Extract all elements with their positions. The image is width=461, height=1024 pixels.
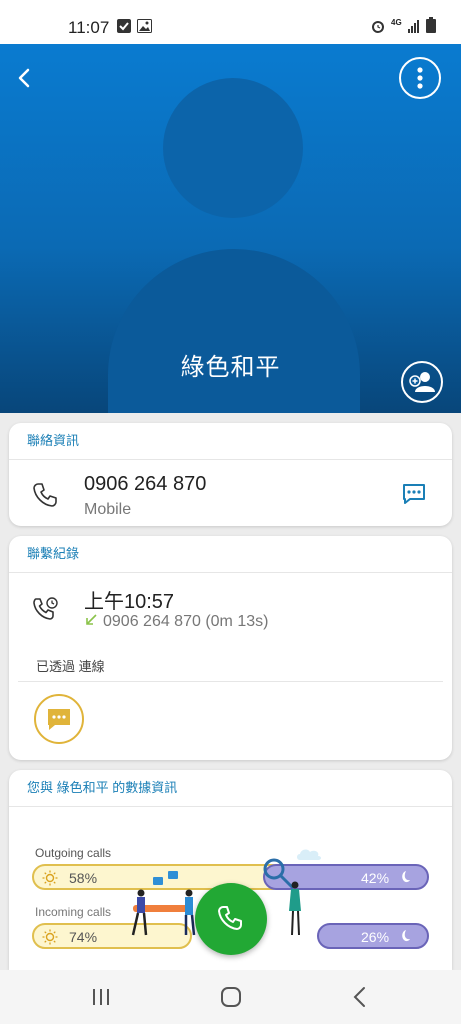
more-vert-icon	[417, 67, 423, 89]
contact-info-header: 聯絡資訊	[9, 423, 452, 460]
avatar-placeholder-body	[108, 249, 360, 413]
contact-hero: 綠色和平	[0, 44, 461, 413]
contact-name: 綠色和平	[180, 354, 281, 381]
signal-icon	[408, 18, 422, 38]
system-navigation-bar	[0, 970, 461, 1024]
add-contact-icon	[409, 372, 435, 392]
chat-button[interactable]	[34, 694, 84, 744]
battery-icon	[426, 17, 436, 38]
phone-icon	[31, 481, 59, 514]
home-icon	[221, 987, 241, 1007]
outgoing-night-percent: 42%	[361, 870, 390, 886]
phone-number: 0906 264 870	[84, 473, 207, 495]
outgoing-calls-label: Outgoing calls	[35, 846, 112, 860]
recents-button[interactable]	[91, 987, 111, 1012]
incoming-calls-label: Incoming calls	[35, 905, 112, 919]
sun-icon	[42, 870, 58, 891]
chat-icon	[48, 709, 70, 730]
network-type-icon: 4G	[391, 18, 402, 27]
message-button[interactable]	[401, 482, 427, 511]
message-icon	[403, 484, 425, 504]
call-log-card: 聯繫紀錄 上午10:57 0906 264 870 (0m 13s) 已透過 連…	[9, 536, 452, 760]
back-icon	[18, 68, 30, 88]
call-detail: 0906 264 870 (0m 13s)	[103, 613, 269, 630]
recents-icon	[93, 989, 109, 1005]
contact-info-card: 聯絡資訊 0906 264 870 Mobile	[9, 423, 452, 526]
back-nav-button[interactable]	[350, 986, 370, 1013]
call-icon	[218, 906, 242, 930]
connected-via-text: 已透過 連線	[36, 659, 105, 674]
call-button[interactable]	[195, 883, 267, 955]
incoming-day-percent: 74%	[69, 929, 98, 945]
status-bar: 11:07 4G	[0, 0, 461, 44]
status-time: 11:07	[68, 18, 110, 37]
call-log-header: 聯繫紀錄	[9, 536, 452, 573]
image-notification-icon	[137, 18, 152, 38]
call-log-divider	[18, 681, 443, 682]
alarm-icon	[370, 18, 386, 39]
more-options-button[interactable]	[399, 57, 441, 99]
incoming-night-percent: 26%	[361, 929, 390, 945]
moon-icon	[397, 929, 411, 948]
phone-number-row[interactable]: 0906 264 870 Mobile	[9, 460, 452, 526]
back-nav-icon	[353, 987, 365, 1007]
moon-icon	[397, 870, 411, 889]
checkbox-notification-icon	[117, 18, 131, 38]
add-contact-button[interactable]	[401, 361, 443, 403]
call-time: 上午10:57	[84, 591, 175, 613]
phone-type: Mobile	[84, 501, 132, 518]
home-button[interactable]	[220, 986, 242, 1013]
sun-icon	[42, 929, 58, 950]
incoming-call-arrow-icon	[84, 613, 98, 632]
back-button[interactable]	[10, 62, 42, 94]
outgoing-day-percent: 58%	[69, 870, 98, 886]
call-log-entry[interactable]: 上午10:57 0906 264 870 (0m 13s)	[9, 573, 452, 647]
avatar-placeholder-head	[163, 78, 303, 218]
stats-header: 您與 綠色和平 的數據資訊	[9, 770, 452, 807]
call-history-icon	[31, 595, 61, 628]
